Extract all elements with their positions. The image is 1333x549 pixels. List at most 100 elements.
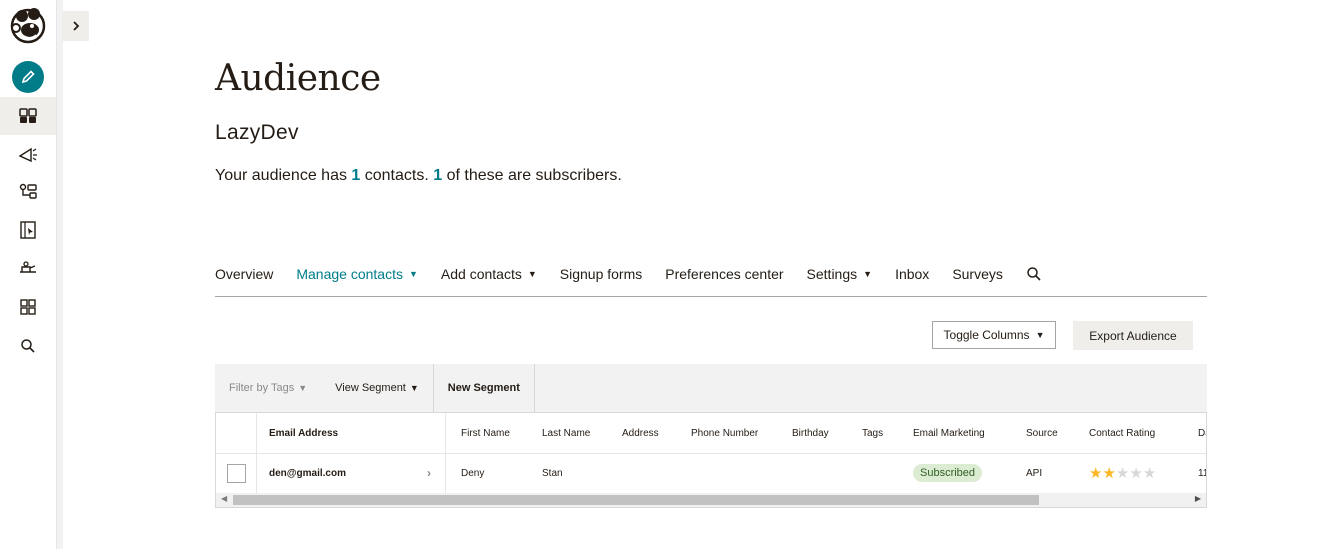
source-cell: API [1026, 467, 1043, 479]
export-audience-button[interactable]: Export Audience [1073, 321, 1193, 350]
toggle-columns-label: Toggle Columns [943, 328, 1030, 342]
chevron-right-icon [72, 21, 79, 31]
summary-prefix: Your audience has [215, 167, 352, 184]
column-header-first-name[interactable]: First Name [461, 413, 510, 453]
rating-stars: ★ ★ ★ ★ ★ [1089, 464, 1156, 482]
filter-by-tags-dropdown[interactable]: Filter by Tags ▼ [215, 364, 321, 412]
column-header-contact-rating[interactable]: Contact Rating [1089, 413, 1155, 453]
new-segment-label: New Segment [447, 382, 520, 394]
chevron-down-icon: ▼ [1035, 330, 1045, 340]
audience-summary: Your audience has 1 contacts. 1 of these… [215, 167, 622, 185]
tab-inbox[interactable]: Inbox [895, 266, 929, 282]
tab-label: Add contacts [440, 266, 522, 282]
page-title: Audience [215, 58, 381, 99]
date-cell: 11, [1198, 467, 1206, 479]
sidebar-item-automations[interactable] [0, 173, 56, 211]
summary-suffix: of these are subscribers. [442, 167, 622, 184]
row-select-cell [216, 453, 257, 493]
tab-label: Inbox [895, 266, 930, 282]
column-header-source[interactable]: Source [1026, 413, 1058, 453]
sidebar-item-search[interactable] [0, 327, 56, 365]
mailchimp-logo[interactable] [8, 4, 48, 46]
tab-surveys[interactable]: Surveys [952, 266, 1003, 282]
sidebar-item-campaigns[interactable] [0, 135, 56, 173]
column-header-birthday[interactable]: Birthday [792, 413, 829, 453]
campaigns-megaphone-icon [18, 147, 37, 163]
tab-settings[interactable]: Settings ▼ [807, 266, 873, 282]
column-header-email[interactable]: Email Address [256, 413, 446, 453]
star-empty-icon[interactable]: ★ [1116, 464, 1129, 482]
filter-by-tags-label: Filter by Tags [229, 382, 295, 394]
contact-rating-cell: ★ ★ ★ ★ ★ [1089, 453, 1156, 493]
chevron-down-icon: ▼ [409, 383, 419, 393]
column-header-date[interactable]: Da [1198, 413, 1206, 453]
horizontal-scrollbar[interactable]: ◀ ▶ [216, 493, 1206, 507]
automations-icon [19, 183, 37, 199]
column-header-address[interactable]: Address [622, 413, 659, 453]
export-audience-label: Export Audience [1089, 328, 1177, 343]
sidebar-item-website[interactable] [0, 211, 56, 249]
chevron-down-icon: ▼ [527, 269, 537, 279]
column-header-phone-number[interactable]: Phone Number [691, 413, 758, 453]
new-segment-button[interactable]: New Segment [434, 364, 535, 412]
sidebar-item-content[interactable] [0, 249, 56, 287]
expand-sidebar-button[interactable] [62, 11, 89, 41]
tab-preferences-center[interactable]: Preferences center [665, 266, 783, 282]
tab-add-contacts[interactable]: Add contacts ▼ [441, 266, 537, 282]
table-row[interactable]: den@gmail.com › Deny Stan Subscribed API… [216, 453, 1206, 493]
integrations-grid-icon [20, 299, 36, 315]
website-icon [20, 221, 36, 239]
tab-label: Manage contacts [296, 266, 403, 282]
left-nav-rail [0, 0, 57, 549]
tab-manage-contacts[interactable]: Manage contacts ▼ [296, 266, 418, 282]
scrollbar-thumb[interactable] [233, 495, 1039, 505]
tab-signup-forms[interactable]: Signup forms [560, 266, 642, 282]
status-badge: Subscribed [913, 464, 983, 482]
audience-icon [19, 108, 37, 123]
sidebar-item-integrations[interactable] [0, 288, 56, 326]
email-marketing-cell: Subscribed [913, 453, 983, 493]
contacts-count: 1 [351, 167, 361, 184]
email-value: den@gmail.com [269, 467, 346, 479]
contacts-table: Email Address First Name Last Name Addre… [215, 412, 1207, 508]
column-header-last-name[interactable]: Last Name [542, 413, 590, 453]
scroll-right-icon[interactable]: ▶ [1195, 494, 1201, 503]
star-empty-icon[interactable]: ★ [1143, 464, 1156, 482]
view-segment-label: View Segment [335, 382, 406, 394]
tab-label: Preferences center [665, 266, 784, 282]
tab-label: Overview [215, 266, 274, 282]
scroll-left-icon[interactable]: ◀ [221, 494, 227, 503]
chevron-right-icon: › [427, 466, 431, 480]
column-header-email-marketing[interactable]: Email Marketing [913, 413, 985, 453]
summary-middle: contacts. [360, 167, 434, 184]
audience-name: LazyDev [215, 121, 299, 144]
view-segment-dropdown[interactable]: View Segment ▼ [321, 364, 434, 412]
chevron-down-icon: ▼ [863, 269, 873, 279]
toggle-columns-button[interactable]: Toggle Columns ▼ [932, 321, 1056, 349]
email-cell[interactable]: den@gmail.com › [256, 453, 446, 493]
search-icon [1027, 267, 1041, 281]
chevron-down-icon: ▼ [298, 383, 308, 393]
sidebar-item-audience[interactable] [0, 97, 56, 135]
last-name-cell: Stan [542, 467, 563, 479]
tab-label: Surveys [952, 266, 1003, 282]
nav-search-button[interactable] [1026, 266, 1042, 282]
rail-gutter [57, 0, 63, 549]
audience-nav-tabs: Overview Manage contacts ▼ Add contacts ▼ … [215, 266, 1207, 297]
tab-label: Signup forms [559, 266, 643, 282]
tab-overview[interactable]: Overview [215, 266, 273, 282]
star-filled-icon[interactable]: ★ [1102, 464, 1115, 482]
tab-label: Settings [806, 266, 858, 282]
star-empty-icon[interactable]: ★ [1129, 464, 1142, 482]
star-filled-icon[interactable]: ★ [1089, 464, 1102, 482]
create-button[interactable] [12, 61, 44, 93]
column-header-tags[interactable]: Tags [862, 413, 883, 453]
search-icon [21, 339, 35, 353]
first-name-cell: Deny [461, 467, 485, 479]
filter-bar: Filter by Tags ▼ View Segment ▼ New Segm… [215, 364, 1207, 412]
content-studio-icon [20, 261, 36, 273]
table-header-row: Email Address First Name Last Name Addre… [216, 413, 1206, 454]
chevron-down-icon: ▼ [408, 269, 418, 279]
row-checkbox[interactable] [226, 463, 246, 483]
pencil-icon [21, 70, 35, 84]
